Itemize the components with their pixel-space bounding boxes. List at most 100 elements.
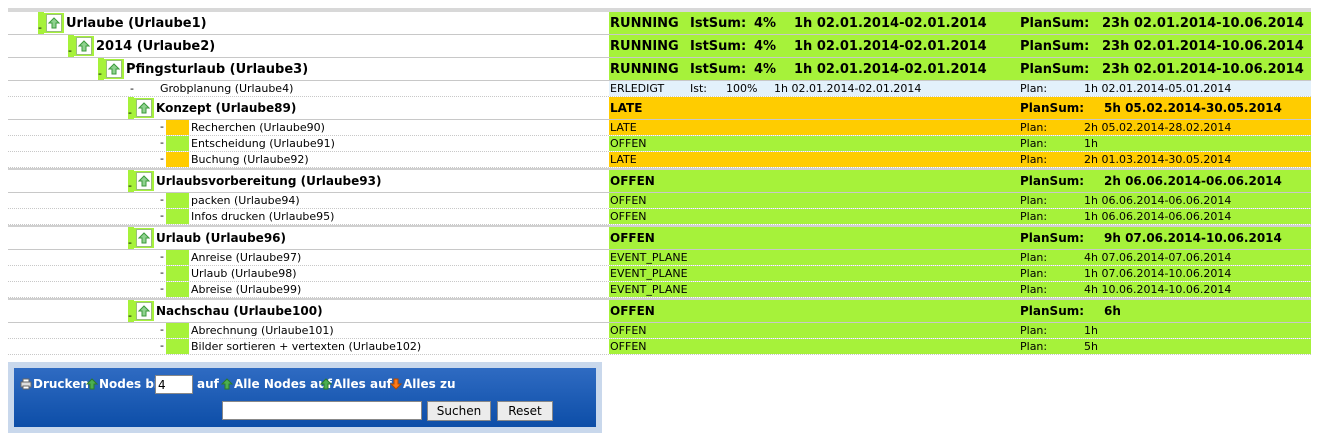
node-title[interactable]: Urlaub (Urlaube96) [156,231,286,245]
leaf-color-bar [166,120,189,135]
plan-label: Plan: [1020,324,1048,337]
tree-node-row[interactable]: - Urlaub (Urlaube96) OFFEN PlanSum: 9h 07.06… [8,225,1311,250]
status-bar: OFFEN Plan: 1h 06.06.2014-06.06.2014 [609,209,1311,224]
status-bar: EVENT_PLANE Plan: 1h 07.06.2014-10.06.2014 [609,266,1311,281]
tree-leaf-row[interactable]: - Infos drucken (Urlaube95) OFFEN Plan: 1h 0… [8,209,1311,225]
nodes-open-button[interactable]: auf [197,377,219,391]
status-bar: LATE PlanSum: 5h 05.02.2014-30.05.2014 [609,97,1311,119]
tree-node-row[interactable]: - Konzept (Urlaube89) LATE PlanSum: 5h 05.02… [8,97,1311,120]
tree-row-label: - Urlaub (Urlaube96) [128,227,286,249]
tree-leaf-row[interactable]: - Urlaub (Urlaube98) EVENT_PLANE Plan: 1h 07… [8,266,1311,282]
leaf-color-bar [166,323,189,338]
status-text: LATE [610,153,637,166]
tree-node-row[interactable]: - Urlaubsvorbereitung (Urlaube93) OFFEN Pla… [8,168,1311,193]
leaf-color-marker: - [160,266,189,281]
leaf-title[interactable]: Entscheidung (Urlaube91) [191,137,335,150]
plan-value: 23h 02.01.2014-10.06.2014 [1102,38,1304,54]
plan-value: 2h 05.02.2014-28.02.2014 [1084,121,1232,134]
status-text: LATE [610,121,637,134]
tree-leaf-row[interactable]: - Grobplanung (Urlaube4) ERLEDIGT Ist: 100% 1… [8,81,1311,97]
leaf-title[interactable]: Bilder sortieren + vertexten (Urlaube102… [191,340,421,353]
leaf-color-bar [166,266,189,281]
node-title[interactable]: Urlaubsvorbereitung (Urlaube93) [156,174,381,188]
status-text: OFFEN [610,324,647,337]
tree-row-label: Abrechnung (Urlaube101) [191,323,334,338]
plan-value: 23h 02.01.2014-10.06.2014 [1102,61,1304,77]
plan-label: Plan: [1020,82,1048,95]
search-input[interactable] [222,401,422,420]
status-bar: OFFEN Plan: 1h [609,136,1311,151]
search-button[interactable]: Suchen [427,401,491,421]
leaf-title[interactable]: Grobplanung (Urlaube4) [160,82,293,95]
node-title[interactable]: Nachschau (Urlaube100) [156,304,323,318]
all-nodes-open-button[interactable]: Alle Nodes auf [220,377,332,391]
nodes-level-input[interactable] [155,375,193,394]
leaf-title[interactable]: Infos drucken (Urlaube95) [191,210,334,223]
leaf-color-marker: - [160,152,189,167]
plan-label: Plan: [1020,283,1048,296]
plan-value: 1h 02.01.2014-05.01.2014 [1084,82,1232,95]
all-close-button[interactable]: Alles zu [389,377,456,391]
tree-row-label: -2014 (Urlaube2) [68,35,215,57]
collapse-arrow-icon[interactable] [134,171,154,191]
tree-row-label: Buchung (Urlaube92) [191,152,309,167]
node-title[interactable]: Pfingsturlaub (Urlaube3) [126,62,308,77]
leaf-color-marker: - [160,250,189,265]
tree-leaf-row[interactable]: - packen (Urlaube94) OFFEN Plan: 1h 06.06.20… [8,193,1311,209]
tree-leaf-row[interactable]: - Buchung (Urlaube92) LATE Plan: 2h 01.03.20… [8,152,1311,168]
node-title[interactable]: Urlaube (Urlaube1) [66,16,207,31]
ist-label: Ist: [690,82,707,95]
tree-node-row[interactable]: - Urlaube (Urlaube1) RUNNING IstSum: 4% 1h 02… [8,12,1311,35]
task-tree: - Urlaube (Urlaube1) RUNNING IstSum: 4% 1h 02… [8,8,1311,355]
collapse-arrow-icon[interactable] [134,228,154,248]
leaf-title[interactable]: Abrechnung (Urlaube101) [191,324,334,337]
tree-node-row[interactable]: - Nachschau (Urlaube100) OFFEN PlanSum: 6h [8,298,1311,323]
tree-leaf-row[interactable]: - Anreise (Urlaube97) EVENT_PLANE Plan: 4h 0… [8,250,1311,266]
leaf-color-bar [166,250,189,265]
leaf-title[interactable]: Anreise (Urlaube97) [191,251,301,264]
collapse-arrow-icon[interactable] [44,13,64,33]
ist-percent: 4% [754,15,777,31]
leaf-title[interactable]: Recherchen (Urlaube90) [191,121,325,134]
collapse-arrow-icon[interactable] [74,36,94,56]
node-title[interactable]: 2014 (Urlaube2) [96,39,215,54]
tree-node-row[interactable]: - Pfingsturlaub (Urlaube3) RUNNING IstSum: 4… [8,58,1311,81]
leaf-marker: - [130,82,134,95]
node-title[interactable]: Konzept (Urlaube89) [156,101,296,115]
leaf-title[interactable]: packen (Urlaube94) [191,194,300,207]
reset-button[interactable]: Reset [497,401,553,421]
status-text: EVENT_PLANE [610,267,688,280]
tree-node-row[interactable]: -2014 (Urlaube2) RUNNING IstSum: 4% 1h 02.01… [8,35,1311,58]
nodes-suffix: auf [197,377,219,391]
plan-value: 6h [1104,304,1121,318]
status-bar: RUNNING IstSum: 4% 1h 02.01.2014-02.01.2014… [609,12,1311,34]
plan-value: 4h 07.06.2014-07.06.2014 [1084,251,1232,264]
ist-label: IstSum: [690,61,747,77]
arrow-down-icon [389,378,403,390]
tree-leaf-row[interactable]: - Bilder sortieren + vertexten (Urlaube10… [8,339,1311,355]
status-text: EVENT_PLANE [610,283,688,296]
status-text: OFFEN [610,194,647,207]
print-button[interactable]: Drucken [20,377,89,391]
ist-time: 1h 02.01.2014-02.01.2014 [794,15,987,31]
status-text: OFFEN [610,231,655,245]
leaf-title[interactable]: Urlaub (Urlaube98) [191,267,297,280]
leaf-title[interactable]: Abreise (Urlaube99) [191,283,301,296]
leaf-title[interactable]: Buchung (Urlaube92) [191,153,309,166]
leaf-color-marker: - [160,120,189,135]
collapse-arrow-icon[interactable] [134,98,154,118]
tree-row-label: Bilder sortieren + vertexten (Urlaube102… [191,339,421,354]
plan-label: Plan: [1020,137,1048,150]
plan-value: 1h 07.06.2014-10.06.2014 [1084,267,1232,280]
status-bar: EVENT_PLANE Plan: 4h 07.06.2014-07.06.2014 [609,250,1311,265]
tree-row-label: - Grobplanung (Urlaube4) [130,81,293,96]
status-bar: OFFEN PlanSum: 9h 07.06.2014-10.06.2014 [609,227,1311,249]
tree-leaf-row[interactable]: - Entscheidung (Urlaube91) OFFEN Plan: 1h [8,136,1311,152]
tree-leaf-row[interactable]: - Abreise (Urlaube99) EVENT_PLANE Plan: 4h 1… [8,282,1311,298]
collapse-arrow-icon[interactable] [104,59,124,79]
tree-row-label: packen (Urlaube94) [191,193,300,208]
collapse-arrow-icon[interactable] [134,301,154,321]
all-open-button[interactable]: Alles auf [319,377,392,391]
tree-leaf-row[interactable]: - Abrechnung (Urlaube101) OFFEN Plan: 1h [8,323,1311,339]
tree-leaf-row[interactable]: - Recherchen (Urlaube90) LATE Plan: 2h 05.02… [8,120,1311,136]
